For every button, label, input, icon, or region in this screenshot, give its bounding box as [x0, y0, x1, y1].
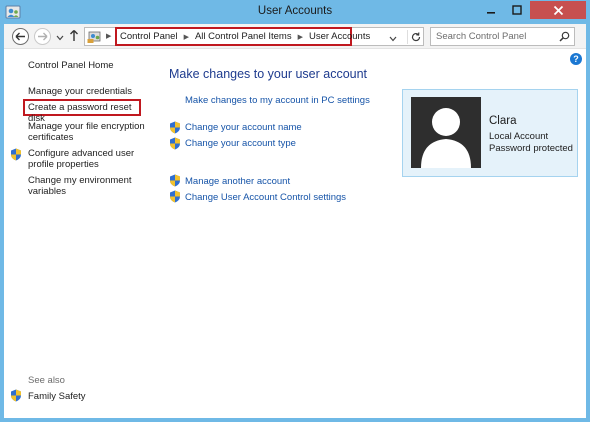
back-arrow-icon — [15, 32, 25, 41]
uac-shield-icon — [169, 174, 181, 187]
user-account-card: Clara Local Account Password protected — [402, 89, 578, 177]
breadcrumb-separator-icon[interactable]: ▶ — [184, 33, 189, 41]
chevron-down-icon — [56, 35, 64, 41]
up-arrow-icon — [70, 30, 78, 41]
address-dropdown-button[interactable] — [389, 34, 397, 45]
control-panel-home-link[interactable]: Control Panel Home — [28, 60, 114, 71]
pc-settings-link[interactable]: Make changes to my account in PC setting… — [185, 95, 370, 106]
navigation-bar: ▶ Control Panel ▶ All Control Panel Item… — [4, 24, 586, 49]
family-safety-link[interactable]: Family Safety — [28, 391, 86, 402]
sidebar-item-environment-variables[interactable]: Change my environment variables — [28, 175, 146, 197]
change-account-type-link[interactable]: Change your account type — [185, 138, 296, 149]
close-icon — [553, 5, 563, 15]
recent-locations-button[interactable] — [56, 33, 64, 44]
breadcrumb-control-panel[interactable]: Control Panel — [120, 31, 178, 42]
account-type-label: Local Account — [489, 131, 549, 142]
forward-button[interactable] — [34, 28, 51, 45]
uac-shield-icon — [169, 190, 181, 203]
breadcrumb-user-accounts[interactable]: User Accounts — [309, 31, 370, 42]
search-box[interactable]: Search Control Panel — [430, 27, 575, 46]
breadcrumb: Control Panel ▶ All Control Panel Items … — [115, 27, 370, 46]
maximize-button[interactable] — [504, 1, 530, 19]
minimize-button[interactable] — [478, 1, 504, 19]
breadcrumb-root-chevron[interactable]: ▶ — [106, 32, 111, 40]
sidebar-item-advanced-profile[interactable]: Configure advanced user profile properti… — [28, 148, 146, 170]
breadcrumb-separator-icon[interactable]: ▶ — [298, 33, 303, 41]
uac-shield-icon — [169, 121, 181, 134]
uac-shield-icon — [10, 389, 22, 402]
see-also-heading: See also — [28, 375, 65, 386]
uac-settings-link[interactable]: Change User Account Control settings — [185, 192, 346, 203]
forward-arrow-icon — [38, 32, 48, 41]
breadcrumb-all-items[interactable]: All Control Panel Items — [195, 31, 292, 42]
avatar — [411, 97, 481, 168]
refresh-icon — [411, 32, 421, 42]
client-area: ▶ Control Panel ▶ All Control Panel Item… — [4, 24, 586, 418]
minimize-icon — [487, 12, 495, 14]
chevron-down-icon — [389, 36, 397, 42]
maximize-icon — [512, 5, 522, 15]
user-accounts-window: User Accounts ▶ Control Panel ▶ All Cont… — [0, 0, 590, 422]
sidebar-item-file-encryption[interactable]: Manage your file encryption certificates — [28, 121, 146, 143]
user-name: Clara — [489, 115, 517, 127]
title-bar[interactable]: User Accounts — [0, 0, 590, 24]
manage-another-account-link[interactable]: Manage another account — [185, 176, 290, 187]
search-icon[interactable] — [559, 31, 570, 45]
change-account-name-link[interactable]: Change your account name — [185, 122, 302, 133]
sidebar-item-manage-credentials[interactable]: Manage your credentials — [28, 86, 146, 97]
password-status-label: Password protected — [489, 143, 573, 154]
up-button[interactable] — [69, 29, 79, 45]
address-bar[interactable]: ▶ Control Panel ▶ All Control Panel Item… — [84, 27, 424, 46]
page-title: Make changes to your user account — [169, 67, 368, 81]
uac-shield-icon — [169, 137, 181, 150]
control-panel-icon — [87, 29, 103, 47]
help-icon[interactable]: ? — [570, 53, 582, 65]
refresh-button[interactable] — [407, 30, 423, 44]
back-button[interactable] — [12, 28, 29, 45]
search-placeholder[interactable]: Search Control Panel — [436, 31, 526, 42]
close-button[interactable] — [530, 1, 586, 19]
uac-shield-icon — [10, 148, 22, 161]
